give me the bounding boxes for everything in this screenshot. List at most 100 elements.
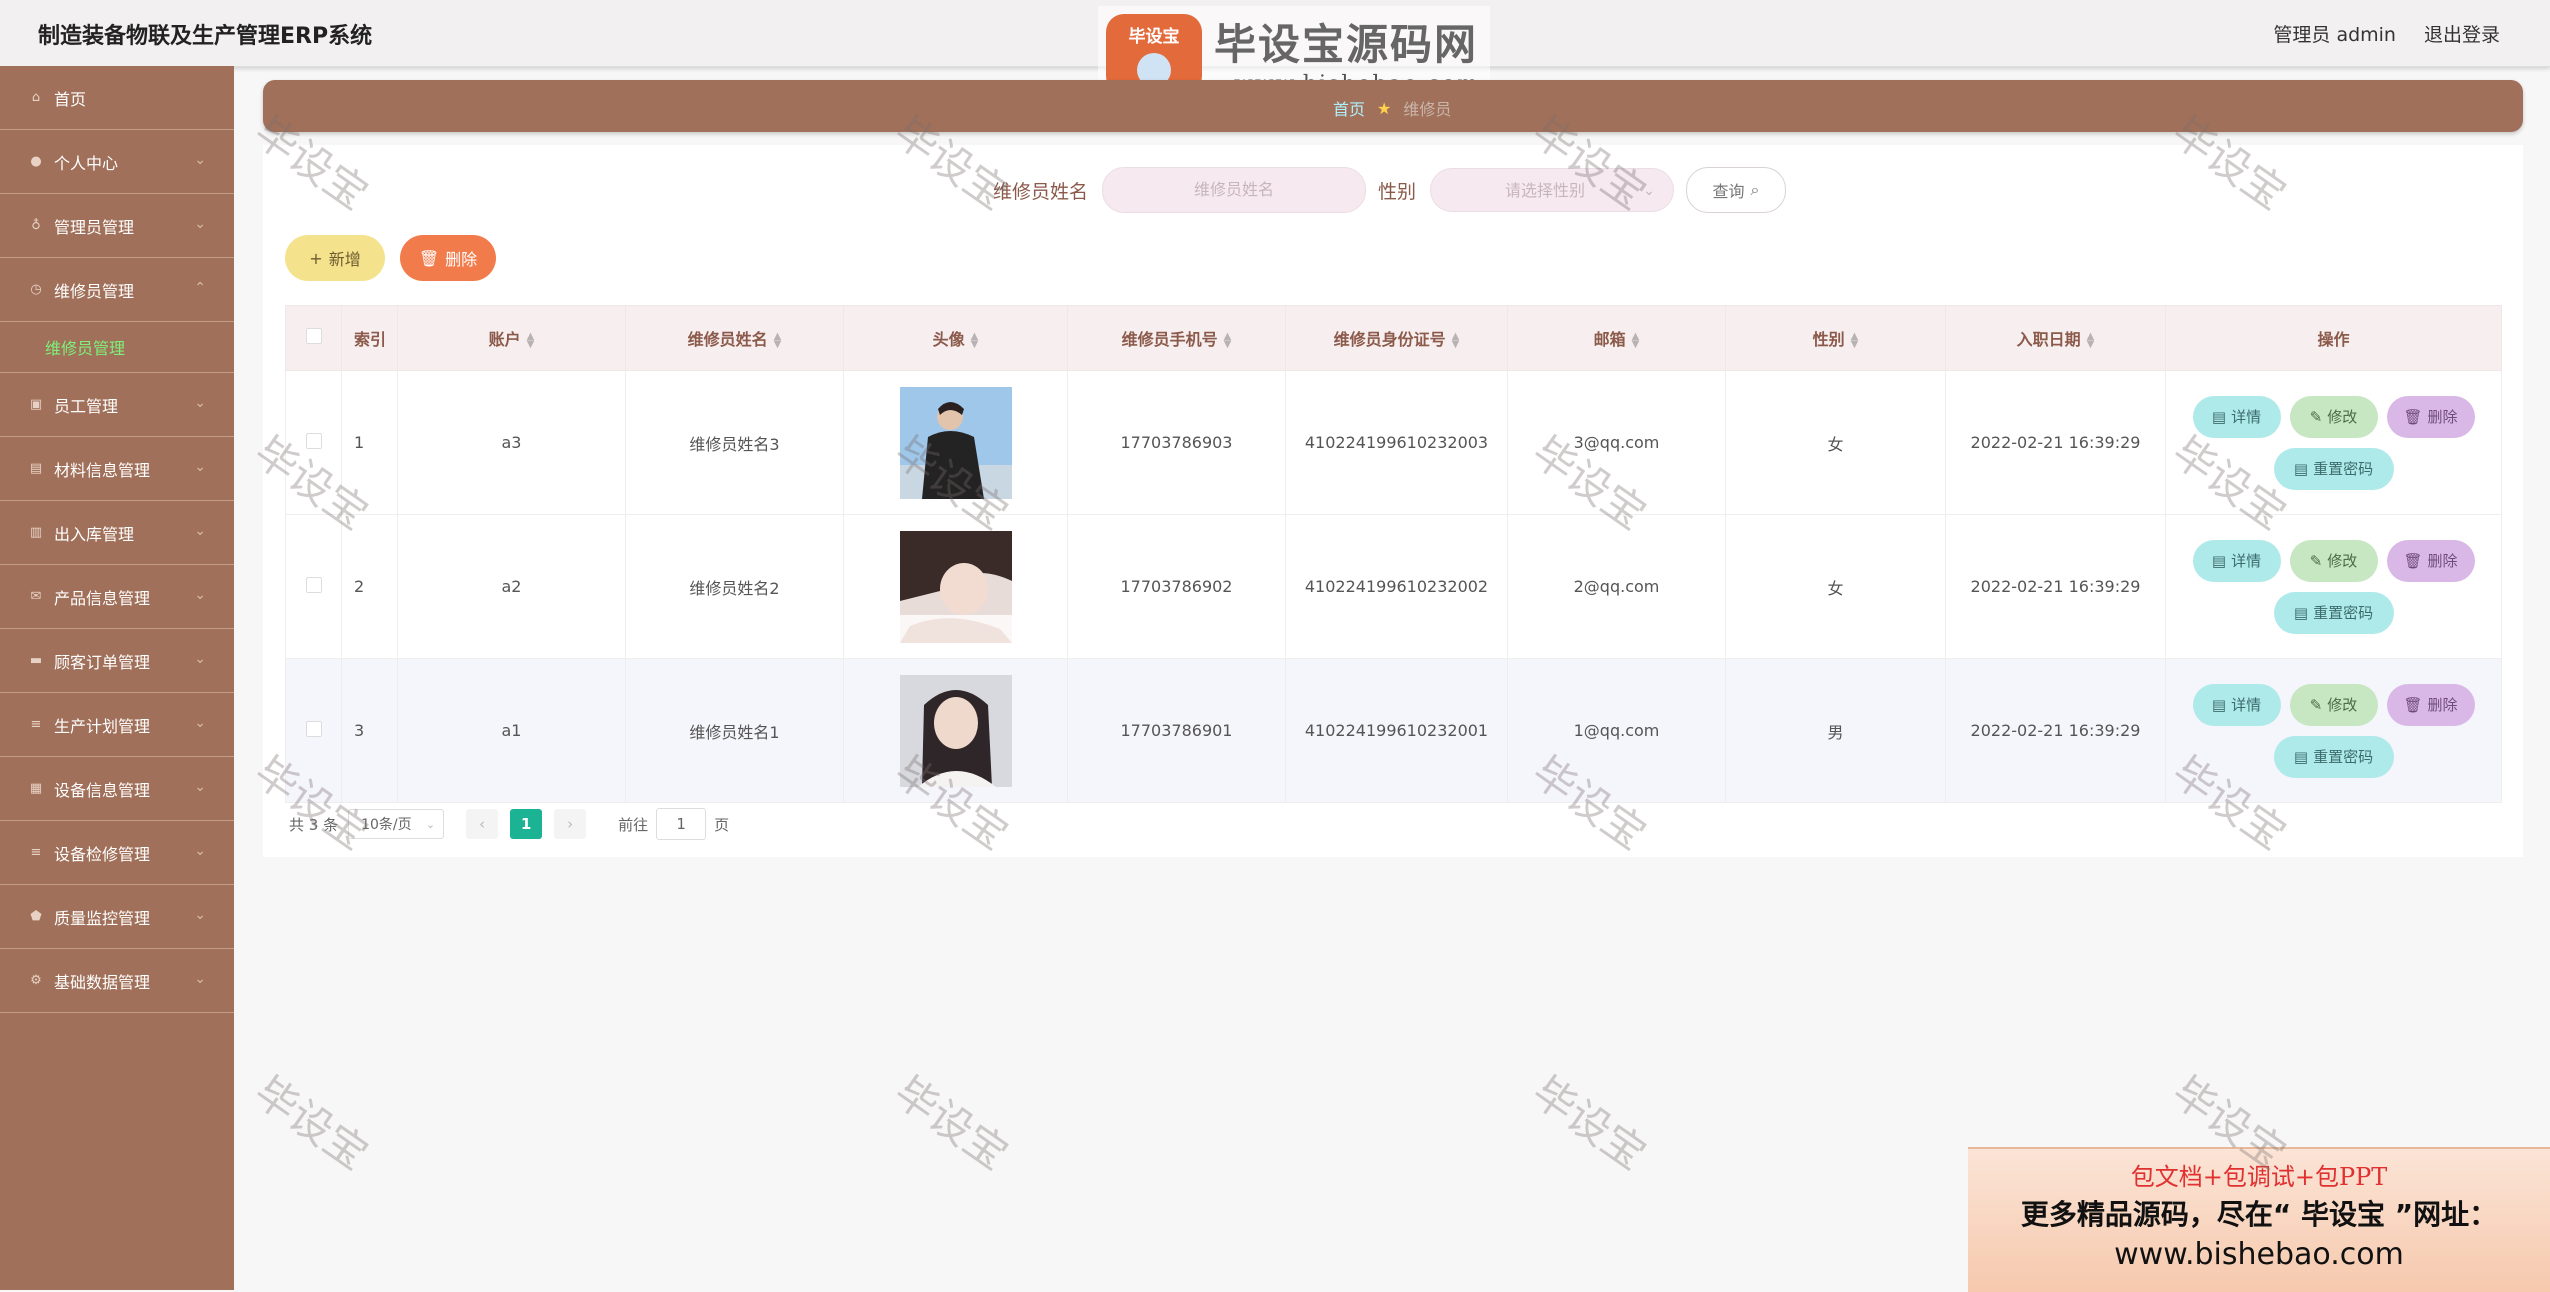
query-button[interactable]: 查询 ⌕ <box>1686 167 1787 213</box>
promo-banner[interactable]: 包文档+包调试+包PPT 更多精品源码，尽在“ 毕设宝 ”网址： www.bis… <box>1968 1147 2550 1292</box>
chevron-down-icon: ⌄ <box>194 651 206 667</box>
delete-button[interactable]: 🗑 删除 <box>2386 395 2475 438</box>
sidebar-item-personal-center[interactable]: ● 个人中心 ⌄ <box>0 130 234 194</box>
edit-button[interactable]: ✎ 修改 <box>2289 683 2378 726</box>
select-all-checkbox[interactable] <box>305 328 322 344</box>
sort-icon[interactable]: ▲ ▼ <box>1224 331 1232 349</box>
cell-id-number: 410224199610232001 <box>1285 658 1508 803</box>
col-email[interactable]: 邮箱 ▲ ▼ <box>1507 305 1726 371</box>
sidebar-item-home[interactable]: ⌂ 首页 <box>0 66 234 130</box>
chevron-down-icon: ⌄ <box>194 523 206 539</box>
next-page-button[interactable]: › <box>554 809 587 839</box>
search-form: 维修员姓名 维修员姓名 性别 请选择性别 ⌄ 查询 ⌕ <box>993 167 1787 213</box>
cell-account: a1 <box>397 658 626 803</box>
sidebar-item-admin-management[interactable]: ♁ 管理员管理 ⌄ <box>0 194 234 258</box>
pencil-icon: ✎ <box>2309 695 2323 714</box>
sidebar-item-employee-management[interactable]: ▣ 员工管理 ⌄ <box>0 373 234 437</box>
sidebar-item-production-plan[interactable]: ≡ 生产计划管理 ⌄ <box>0 693 234 757</box>
edit-button[interactable]: ✎ 修改 <box>2289 539 2378 582</box>
chevron-down-icon: ⌄ <box>194 152 206 168</box>
chevron-down-icon: ⌄ <box>194 459 206 475</box>
name-search-input[interactable]: 维修员姓名 <box>1102 167 1367 213</box>
sidebar-item-inventory-management[interactable]: ▥ 出入库管理 ⌄ <box>0 501 234 565</box>
document-icon: ▤ <box>2211 695 2227 714</box>
col-phone[interactable]: 维修员手机号 ▲ ▼ <box>1067 305 1286 371</box>
breadcrumb-bar: 首页 ★ 维修员 <box>263 80 2523 132</box>
sidebar-item-label: 生产计划管理 <box>54 716 151 736</box>
sort-icon[interactable]: ▲ ▼ <box>1632 331 1640 349</box>
cell-gender: 女 <box>1725 370 1946 515</box>
list-icon: ≡ <box>30 717 42 732</box>
cell-gender: 男 <box>1725 658 1946 803</box>
sidebar-item-base-data[interactable]: ⚙ 基础数据管理 ⌄ <box>0 949 234 1013</box>
document-icon: ▤ <box>2211 407 2227 426</box>
col-gender[interactable]: 性别 ▲ ▼ <box>1725 305 1946 371</box>
sidebar-item-maintenance-management[interactable]: ≡ 设备检修管理 ⌄ <box>0 821 234 885</box>
page-number-button[interactable]: 1 <box>510 809 543 839</box>
detail-button[interactable]: ▤ 详情 <box>2192 539 2281 582</box>
sidebar-item-quality-monitoring[interactable]: ⬟ 质量监控管理 ⌄ <box>0 885 234 949</box>
sort-icon[interactable]: ▲ ▼ <box>1851 331 1859 349</box>
sidebar-item-label: 设备检修管理 <box>54 844 151 864</box>
cell-account: a2 <box>397 514 626 659</box>
row-select-cell <box>285 658 342 803</box>
reset-password-button[interactable]: ▤ 重置密码 <box>2273 735 2394 778</box>
pagination-total: 共 3 条 <box>289 815 339 834</box>
sidebar-item-label: 质量监控管理 <box>54 908 151 928</box>
sidebar-item-equipment-management[interactable]: ▦ 设备信息管理 ⌄ <box>0 757 234 821</box>
goto-page-input[interactable]: 1 <box>656 808 707 840</box>
add-button-label: 新增 <box>328 250 361 269</box>
detail-button[interactable]: ▤ 详情 <box>2192 395 2281 438</box>
reset-password-button[interactable]: ▤ 重置密码 <box>2273 591 2394 634</box>
sidebar-item-label: 维修员管理 <box>54 281 135 301</box>
sort-icon[interactable]: ▲ ▼ <box>527 331 535 349</box>
mic-icon: ♁ <box>31 218 41 233</box>
delete-button[interactable]: 🗑 删除 <box>2386 539 2475 582</box>
delete-button[interactable]: 🗑 删除 <box>2386 683 2475 726</box>
detail-button[interactable]: ▤ 详情 <box>2192 683 2281 726</box>
user-icon: ● <box>30 154 42 169</box>
row-checkbox[interactable] <box>305 720 322 737</box>
reset-password-button[interactable]: ▤ 重置密码 <box>2273 447 2394 490</box>
cell-phone: 17703786902 <box>1067 514 1286 659</box>
gender-select[interactable]: 请选择性别 ⌄ <box>1430 168 1675 212</box>
col-name[interactable]: 维修员姓名 ▲ ▼ <box>625 305 844 371</box>
add-button[interactable]: + 新增 <box>285 235 385 281</box>
sidebar-item-label: 产品信息管理 <box>54 588 151 608</box>
sidebar-item-label: 材料信息管理 <box>54 460 151 480</box>
logout-button[interactable]: 退出登录 <box>2424 20 2500 47</box>
col-avatar[interactable]: 头像 ▲ ▼ <box>843 305 1068 371</box>
row-checkbox[interactable] <box>305 576 322 593</box>
reset-password-label: 重置密码 <box>2313 460 2374 478</box>
sidebar-item-material-management[interactable]: ▤ 材料信息管理 ⌄ <box>0 437 234 501</box>
sidebar-item-product-management[interactable]: ✉ 产品信息管理 ⌄ <box>0 565 234 629</box>
prev-page-button[interactable]: ‹ <box>466 809 499 839</box>
sort-icon[interactable]: ▲ ▼ <box>1452 331 1460 349</box>
pencil-icon: ✎ <box>2309 407 2323 426</box>
sidebar-item-label: 个人中心 <box>54 153 119 173</box>
page-size-select[interactable]: 10条/页 ⌄ <box>348 809 445 839</box>
page-size-value: 10条/页 <box>361 817 412 833</box>
sidebar-item-label: 管理员管理 <box>54 217 135 237</box>
sort-icon[interactable]: ▲ ▼ <box>2087 331 2095 349</box>
edit-button-label: 修改 <box>2327 696 2358 714</box>
sidebar-item-repairman-management[interactable]: ◷ 维修员管理 ⌃ <box>0 258 234 322</box>
sort-icon[interactable]: ▲ ▼ <box>774 331 782 349</box>
breadcrumb-home[interactable]: 首页 <box>1333 96 1365 120</box>
col-date[interactable]: 入职日期 ▲ ▼ <box>1945 305 2166 371</box>
row-checkbox[interactable] <box>305 432 322 449</box>
edit-button[interactable]: ✎ 修改 <box>2289 395 2378 438</box>
chevron-down-icon: ⌄ <box>194 971 206 987</box>
chevron-down-icon: ⌄ <box>1643 183 1656 199</box>
col-email-label: 邮箱 <box>1593 330 1626 349</box>
batch-delete-button[interactable]: 🗑 删除 <box>400 235 496 281</box>
sidebar-subitem-repairman-management[interactable]: 维修员管理 <box>0 322 234 373</box>
gear-icon: ⚙ <box>30 973 42 988</box>
user-label[interactable]: 管理员 admin <box>2273 20 2396 47</box>
col-id-number[interactable]: 维修员身份证号 ▲ ▼ <box>1285 305 1508 371</box>
table-header-row: 索引 账户 ▲ ▼ 维修员姓名 ▲ ▼ 头像 ▲ ▼ 维修员手机号 ▲ ▼ 维修员身份证号 ▲ ▼ … <box>285 305 2502 371</box>
sidebar-item-order-management[interactable]: ▬ 顾客订单管理 ⌄ <box>0 629 234 693</box>
sidebar-item-label: 顾客订单管理 <box>54 652 151 672</box>
sort-icon[interactable]: ▲ ▼ <box>971 331 979 349</box>
col-account[interactable]: 账户 ▲ ▼ <box>397 305 626 371</box>
